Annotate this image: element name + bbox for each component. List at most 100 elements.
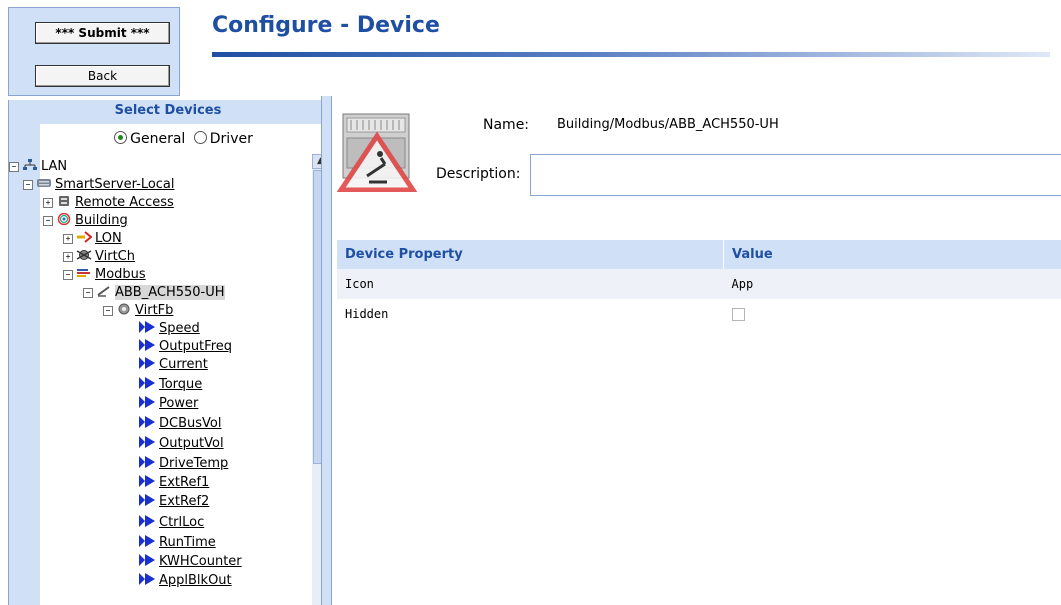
column-header-value: Value — [723, 240, 1061, 269]
datapoint-arrow-icon — [139, 377, 155, 389]
collapse-icon[interactable]: − — [9, 162, 19, 172]
page-title: Configure - Device — [212, 13, 440, 38]
tree-item-modbus[interactable]: − Modbus — [63, 266, 146, 284]
tree-item-label: VirtFb — [135, 303, 174, 318]
property-name: Hidden — [345, 307, 389, 321]
tree-item-virtfb[interactable]: − VirtFb — [103, 302, 173, 320]
name-label: Name: — [483, 117, 530, 133]
tree-item-smartserver[interactable]: − SmartServer-Local — [23, 176, 175, 194]
datapoint-arrow-icon — [139, 339, 155, 351]
datapoint-arrow-icon — [139, 436, 155, 448]
datapoint-arrow-icon — [139, 494, 155, 506]
description-input[interactable] — [530, 154, 1061, 196]
back-button[interactable]: Back — [35, 65, 170, 87]
radio-driver-label: Driver — [209, 131, 253, 147]
radio-general[interactable]: General — [114, 131, 185, 147]
property-value[interactable]: App — [723, 269, 1061, 299]
tree-item-label: ExtRef1 — [159, 475, 210, 490]
table-row[interactable]: Hidden — [337, 299, 1061, 329]
tree-datapoint[interactable]: DriveTemp — [139, 455, 228, 473]
button-panel: *** Submit *** Back — [8, 7, 180, 96]
panel-splitter[interactable] — [321, 96, 332, 605]
description-label: Description: — [436, 166, 521, 182]
datapoint-arrow-icon — [139, 475, 155, 487]
gear-icon — [118, 303, 130, 315]
tree-datapoint[interactable]: DCBusVol — [139, 415, 222, 433]
property-name: Icon — [337, 269, 724, 299]
tree-item-lon[interactable]: + LON — [63, 230, 122, 248]
datapoint-arrow-icon — [139, 535, 155, 547]
title-underline — [212, 52, 1050, 57]
tree-datapoint[interactable]: Current — [139, 356, 208, 374]
expand-icon[interactable]: + — [63, 234, 73, 244]
datapoint-arrow-icon — [139, 573, 155, 585]
server-icon — [37, 179, 51, 187]
tree-datapoint[interactable]: OutputVol — [139, 435, 224, 453]
datapoint-arrow-icon — [139, 456, 155, 468]
modbus-icon — [77, 269, 90, 277]
tree-item-label: SmartServer-Local — [55, 177, 175, 192]
tree-item-label: Current — [159, 357, 208, 372]
tree-item-label: ExtRef2 — [159, 494, 210, 509]
collapse-icon[interactable]: − — [63, 270, 73, 280]
column-header-property: Device Property — [337, 240, 724, 269]
app-icon — [57, 213, 71, 225]
virtual-channel-icon — [76, 250, 92, 260]
radio-driver-icon — [193, 131, 207, 144]
tree-item-label: ABB_ACH550-UH — [115, 285, 225, 300]
tree-item-label: Modbus — [95, 267, 146, 282]
tree-item-label: OutputVol — [159, 436, 224, 451]
hidden-checkbox[interactable] — [731, 308, 745, 321]
tree-datapoint[interactable]: ExtRef1 — [139, 474, 210, 492]
expand-icon[interactable]: + — [63, 252, 73, 262]
tree-item-label: RunTime — [159, 535, 216, 550]
tree-datapoint[interactable]: KWHCounter — [139, 553, 242, 571]
tree-datapoint[interactable]: Speed — [139, 320, 200, 338]
tree-datapoint[interactable]: ExtRef2 — [139, 493, 210, 511]
tree-datapoint[interactable]: RunTime — [139, 534, 216, 552]
collapse-icon[interactable]: − — [103, 306, 113, 316]
device-tree: − LAN − SmartServer-Local + Remote Access −… — [9, 154, 311, 605]
datapoint-arrow-icon — [139, 554, 155, 566]
tree-item-label: CtrlLoc — [159, 515, 205, 530]
tree-datapoint[interactable]: Torque — [139, 376, 203, 394]
tree-header: Select Devices — [9, 100, 327, 124]
submit-button[interactable]: *** Submit *** — [35, 22, 170, 44]
lon-icon — [77, 231, 92, 243]
tree-item-remote-access[interactable]: + Remote Access — [43, 194, 174, 212]
property-value[interactable] — [724, 299, 1061, 329]
tree-item-label: Power — [159, 396, 199, 411]
tree-item-label: DCBusVol — [159, 416, 222, 431]
datapoint-arrow-icon — [139, 515, 155, 527]
tree-item-label: Speed — [159, 321, 200, 336]
tree-item-label: Building — [75, 213, 128, 228]
tree-datapoint[interactable]: ApplBlkOut — [139, 572, 232, 590]
tree-datapoint[interactable]: Power — [139, 395, 199, 413]
device-tree-panel: Select Devices General Driver − LAN − Smar… — [8, 100, 328, 605]
tree-item-label: LAN — [41, 159, 68, 174]
tree-datapoint[interactable]: OutputFreq — [139, 338, 232, 356]
expand-icon[interactable]: + — [43, 198, 53, 208]
tree-item-abb-ach550-uh[interactable]: − ABB_ACH550-UH — [83, 284, 225, 302]
tree-item-label: KWHCounter — [159, 554, 242, 569]
radio-driver[interactable]: Driver — [193, 131, 253, 147]
datapoint-arrow-icon — [139, 396, 155, 408]
tree-item-lan[interactable]: − LAN — [9, 158, 67, 176]
tree-item-virtch[interactable]: + VirtCh — [63, 248, 135, 266]
name-value: Building/Modbus/ABB_ACH550-UH — [557, 117, 779, 132]
tree-datapoint[interactable]: CtrlLoc — [139, 514, 205, 532]
collapse-icon[interactable]: − — [83, 288, 93, 298]
device-property-table: Device Property Value Icon App Hidden — [337, 240, 1061, 329]
tree-item-label: Torque — [159, 377, 203, 392]
device-warning-image — [337, 113, 418, 192]
collapse-icon[interactable]: − — [43, 216, 53, 226]
tree-mode-radio-group: General Driver — [40, 124, 327, 154]
network-icon — [23, 159, 37, 170]
tree-item-building[interactable]: − Building — [43, 212, 128, 230]
tree-item-label: Remote Access — [75, 195, 174, 210]
tree-item-label: OutputFreq — [159, 339, 232, 354]
phone-icon — [59, 196, 69, 206]
tree-item-label: LON — [95, 231, 122, 246]
collapse-icon[interactable]: − — [23, 180, 33, 190]
table-row[interactable]: Icon App — [337, 269, 1061, 299]
